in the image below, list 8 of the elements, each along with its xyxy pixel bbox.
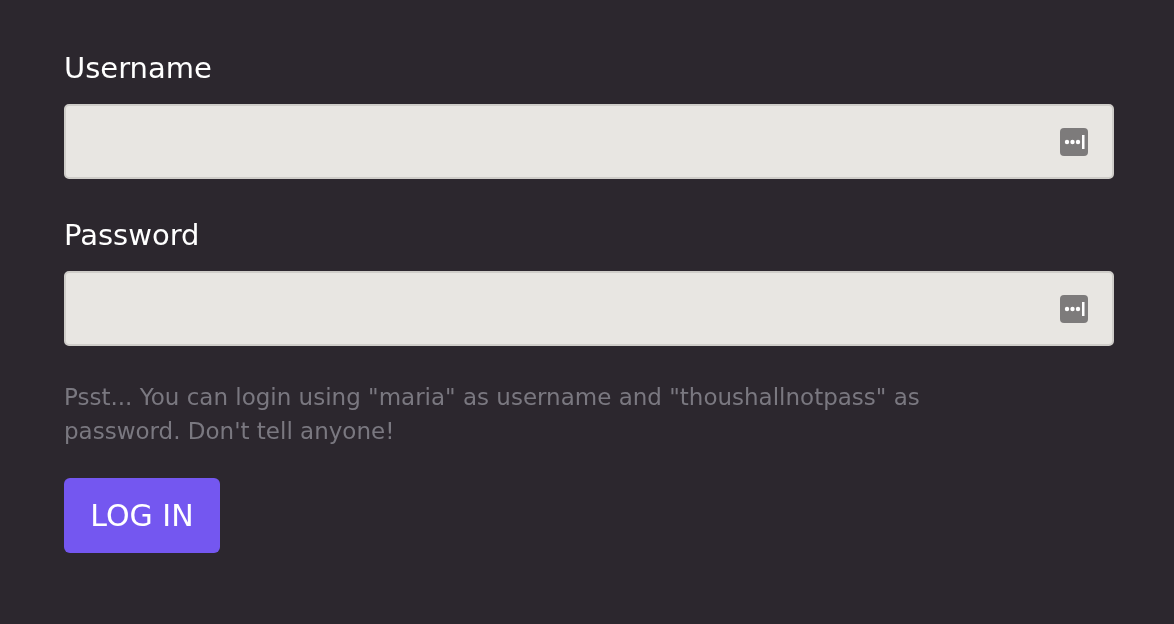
password-manager-icon[interactable] [1060,128,1088,156]
field-label: Username [64,50,212,87]
login-button[interactable]: LOG IN [64,478,220,553]
password-field[interactable] [64,271,1114,346]
password-manager-icon[interactable] [1060,295,1088,323]
field-label: Password [64,217,200,254]
username-field[interactable] [64,104,1114,179]
hint-text: Psst... You can login using "maria" as username and "thoushallnotpass" as password. Don't tell anyone! [64,383,921,446]
